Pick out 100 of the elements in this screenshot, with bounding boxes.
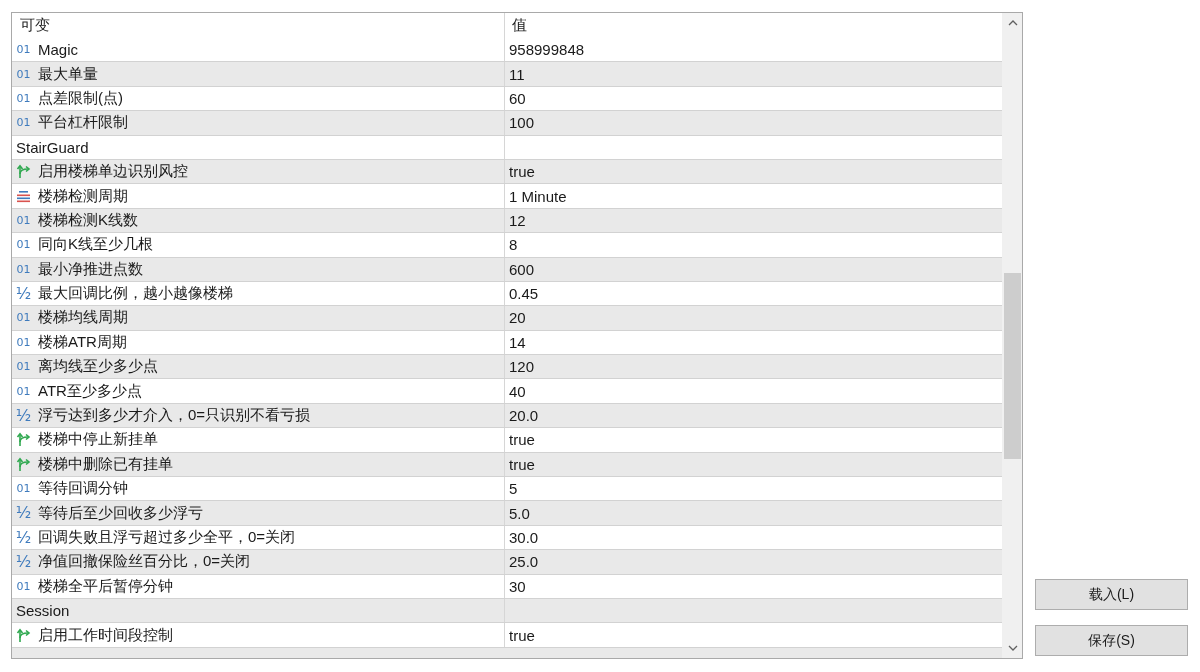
parameter-name: 浮亏达到多少才介入，0=只识别不看亏损 — [38, 406, 311, 426]
integer-type-icon: 01 — [16, 334, 31, 351]
fraction-type-icon: ½ — [16, 285, 31, 302]
parameter-name: 楼梯ATR周期 — [38, 332, 127, 352]
parameter-value[interactable]: 12 — [509, 211, 526, 229]
integer-type-icon: 01 — [16, 383, 31, 400]
parameter-value[interactable]: 30 — [509, 577, 526, 595]
parameter-row[interactable]: 楼梯中删除已有挂单 true — [12, 452, 1002, 478]
parameter-name: 净值回撤保险丝百分比，0=关闭 — [38, 552, 251, 572]
parameter-value[interactable]: true — [509, 163, 535, 181]
parameter-row[interactable]: ½ 浮亏达到多少才介入，0=只识别不看亏损 20.0 — [12, 403, 1002, 429]
parameter-value[interactable]: 8 — [509, 236, 518, 254]
parameter-name: 平台杠杆限制 — [38, 113, 128, 133]
parameter-row[interactable]: 01 平台杠杆限制 100 — [12, 111, 1002, 136]
scroll-up-icon[interactable] — [1007, 20, 1018, 26]
parameter-name: 最大单量 — [38, 64, 98, 84]
parameter-row[interactable]: 01 ATR至少多少点 40 — [12, 379, 1002, 404]
fraction-type-icon: ½ — [16, 505, 31, 522]
branch-arrow-icon — [16, 432, 31, 448]
fraction-type-icon: ½ — [16, 407, 31, 424]
scroll-down-icon[interactable] — [1007, 645, 1018, 651]
parameter-row[interactable]: 01 楼梯均线周期 20 — [12, 306, 1002, 331]
stacked-lines-icon — [16, 188, 31, 204]
parameter-name: 同向K线至少几根 — [38, 235, 153, 255]
parameter-name: 楼梯检测K线数 — [38, 210, 138, 230]
parameter-name: 点差限制(点) — [38, 88, 123, 108]
parameter-name: 等待回调分钟 — [38, 479, 128, 499]
parameter-value[interactable]: 40 — [509, 382, 526, 400]
parameter-name: 启用楼梯单边识别风控 — [38, 162, 188, 182]
branch-arrow-icon — [16, 164, 31, 180]
parameter-value[interactable]: 120 — [509, 358, 535, 376]
parameter-row[interactable]: 01 最大单量 11 — [12, 62, 1002, 87]
parameter-value[interactable]: 25.0 — [509, 553, 539, 571]
parameter-value[interactable]: true — [509, 455, 535, 473]
parameter-row[interactable]: 01 Magic 958999848 — [12, 38, 1002, 63]
parameter-row[interactable]: 启用楼梯单边识别风控 true — [12, 159, 1002, 185]
parameter-name: 最小净推进点数 — [38, 259, 143, 279]
integer-type-icon: 01 — [16, 114, 31, 131]
parameter-value[interactable]: 1 Minute — [509, 187, 567, 205]
parameter-value[interactable]: 11 — [509, 65, 525, 83]
integer-type-icon: 01 — [16, 480, 31, 497]
parameter-value[interactable]: 60 — [509, 89, 526, 107]
parameter-name: 楼梯中删除已有挂单 — [38, 454, 173, 474]
column-header[interactable]: 值 — [512, 16, 527, 35]
parameter-name: 楼梯均线周期 — [38, 308, 128, 328]
integer-type-icon: 01 — [16, 41, 31, 58]
section-label: StairGuard — [16, 138, 89, 156]
integer-type-icon: 01 — [16, 236, 31, 253]
parameter-name: 楼梯全平后暂停分钟 — [38, 576, 173, 596]
integer-type-icon: 01 — [16, 358, 31, 375]
parameter-name: 楼梯检测周期 — [38, 186, 128, 206]
parameter-value[interactable]: 5.0 — [509, 504, 530, 522]
parameter-value[interactable]: 30.0 — [509, 529, 539, 546]
parameter-name: 楼梯中停止新挂单 — [38, 430, 158, 450]
branch-arrow-icon — [16, 627, 31, 643]
integer-type-icon: 01 — [16, 90, 31, 107]
parameter-row[interactable]: ½ 等待后至少回收多少浮亏 5.0 — [12, 501, 1002, 526]
parameter-row[interactable]: ½ 最大回调比例，越小越像楼梯 0.45 — [12, 281, 1002, 307]
parameter-row[interactable]: ½ 净值回撤保险丝百分比，0=关闭 25.0 — [12, 550, 1002, 575]
parameter-row[interactable]: 01 最小净推进点数 600 — [12, 257, 1002, 282]
parameter-value[interactable]: true — [509, 431, 535, 449]
parameter-row[interactable]: 启用工作时间段控制 true — [12, 623, 1002, 648]
parameter-row[interactable]: 01 楼梯检测K线数 12 — [12, 208, 1002, 234]
parameter-value[interactable]: 14 — [509, 333, 526, 351]
parameter-row[interactable]: 01 等待回调分钟 5 — [12, 477, 1002, 502]
parameter-row[interactable]: 楼梯中停止新挂单 true — [12, 428, 1002, 453]
parameter-row[interactable]: 01 点差限制(点) 60 — [12, 86, 1002, 112]
parameter-value[interactable]: true — [509, 626, 535, 644]
parameter-name: 最大回调比例，越小越像楼梯 — [38, 284, 233, 304]
integer-type-icon: 01 — [16, 66, 31, 83]
parameter-name: ATR至少多少点 — [38, 381, 142, 401]
parameter-row[interactable]: 01 楼梯全平后暂停分钟 30 — [12, 574, 1002, 599]
section-row[interactable]: StairGuard — [12, 135, 1002, 160]
parameter-row[interactable]: 楼梯检测周期 1 Minute — [12, 184, 1002, 209]
parameter-name: Magic — [38, 41, 78, 59]
branch-arrow-icon — [16, 456, 31, 472]
column-header[interactable]: 可变 — [20, 16, 50, 35]
integer-type-icon: 01 — [16, 310, 31, 326]
integer-type-icon: 01 — [16, 212, 31, 229]
parameter-name: 回调失败且浮亏超过多少全平，0=关闭 — [38, 528, 296, 547]
save-button[interactable]: 保存(S) — [1035, 625, 1188, 656]
parameter-value[interactable]: 20.0 — [509, 407, 539, 425]
fraction-type-icon: ½ — [16, 529, 31, 546]
parameter-value[interactable]: 958999848 — [509, 41, 585, 59]
section-label: Session — [16, 602, 70, 620]
load-button[interactable]: 载入(L) — [1035, 579, 1188, 610]
parameter-row[interactable]: ½ 回调失败且浮亏超过多少全平，0=关闭 30.0 — [12, 525, 1002, 551]
parameter-name: 离均线至少多少点 — [38, 357, 158, 377]
parameter-value[interactable]: 5 — [509, 480, 518, 498]
integer-type-icon: 01 — [16, 261, 31, 278]
parameter-row[interactable]: 01 离均线至少多少点 120 — [12, 355, 1002, 380]
parameter-row[interactable]: 01 楼梯ATR周期 14 — [12, 330, 1002, 356]
parameter-row[interactable]: 01 同向K线至少几根 8 — [12, 233, 1002, 258]
parameter-value[interactable]: 600 — [509, 260, 535, 278]
parameter-value[interactable]: 20 — [509, 309, 526, 327]
section-row[interactable]: Session — [12, 599, 1002, 624]
parameter-name: 等待后至少回收多少浮亏 — [38, 503, 203, 523]
parameter-value[interactable]: 0.45 — [509, 285, 539, 303]
scrollbar-thumb[interactable] — [1004, 273, 1021, 459]
parameter-value[interactable]: 100 — [509, 114, 535, 132]
